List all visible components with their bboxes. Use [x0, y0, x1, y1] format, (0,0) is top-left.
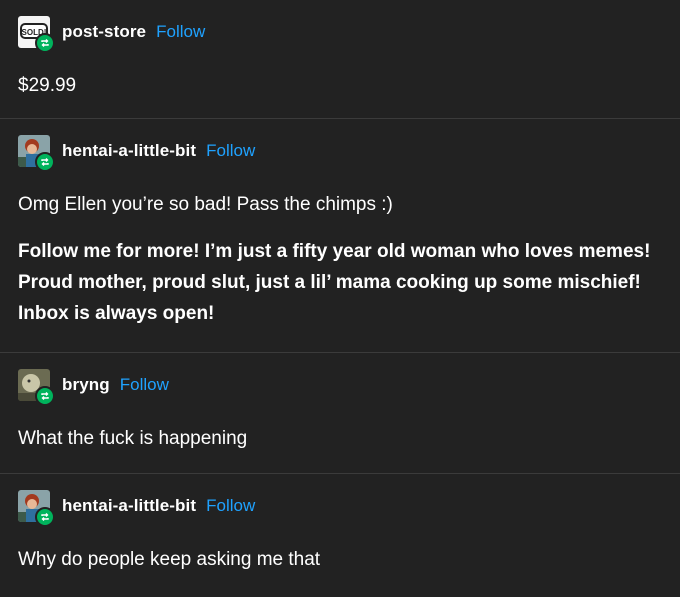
post-text: Omg Ellen you’re so bad! Pass the chimps… — [18, 194, 393, 215]
reblog-icon — [35, 33, 55, 53]
follow-button[interactable]: Follow — [120, 375, 169, 395]
avatar-container[interactable] — [18, 369, 55, 406]
post-item: bryng Follow What the fuck is happening — [0, 353, 680, 474]
post-header: hentai-a-little-bit Follow — [18, 135, 662, 172]
follow-button[interactable]: Follow — [206, 496, 255, 516]
reblog-icon — [35, 152, 55, 172]
post-item: hentai-a-little-bit Follow Why do people… — [0, 474, 680, 592]
post-content: Why do people keep asking me that — [18, 522, 662, 597]
post-text: $29.99 — [18, 75, 77, 96]
follow-button[interactable]: Follow — [206, 141, 255, 161]
post-header: SOLD! post-store Follow — [18, 16, 662, 53]
username[interactable]: bryng — [62, 375, 110, 395]
post-item: SOLD! post-store Follow $29.99 — [0, 0, 680, 119]
post-content: $29.99 — [18, 48, 662, 123]
username[interactable]: post-store — [62, 22, 146, 42]
post-header: bryng Follow — [18, 369, 662, 406]
post-text-bold: Follow me for more! I’m just a fifty yea… — [18, 241, 651, 324]
post-text: Why do people keep asking me that — [18, 549, 321, 570]
post-item: hentai-a-little-bit Follow Omg Ellen you… — [0, 119, 680, 353]
username[interactable]: hentai-a-little-bit — [62, 141, 196, 161]
reblog-icon — [35, 507, 55, 527]
avatar-container[interactable] — [18, 490, 55, 527]
post-header: hentai-a-little-bit Follow — [18, 490, 662, 527]
reblog-icon — [35, 386, 55, 406]
post-content: Omg Ellen you’re so bad! Pass the chimps… — [18, 167, 662, 351]
avatar-container[interactable]: SOLD! — [18, 16, 55, 53]
post-text: What the fuck is happening — [18, 428, 248, 449]
post-content: What the fuck is happening — [18, 401, 662, 476]
avatar-container[interactable] — [18, 135, 55, 172]
follow-button[interactable]: Follow — [156, 22, 205, 42]
username[interactable]: hentai-a-little-bit — [62, 496, 196, 516]
reblog-thread: SOLD! post-store Follow $29.99 hentai-a-… — [0, 0, 680, 592]
